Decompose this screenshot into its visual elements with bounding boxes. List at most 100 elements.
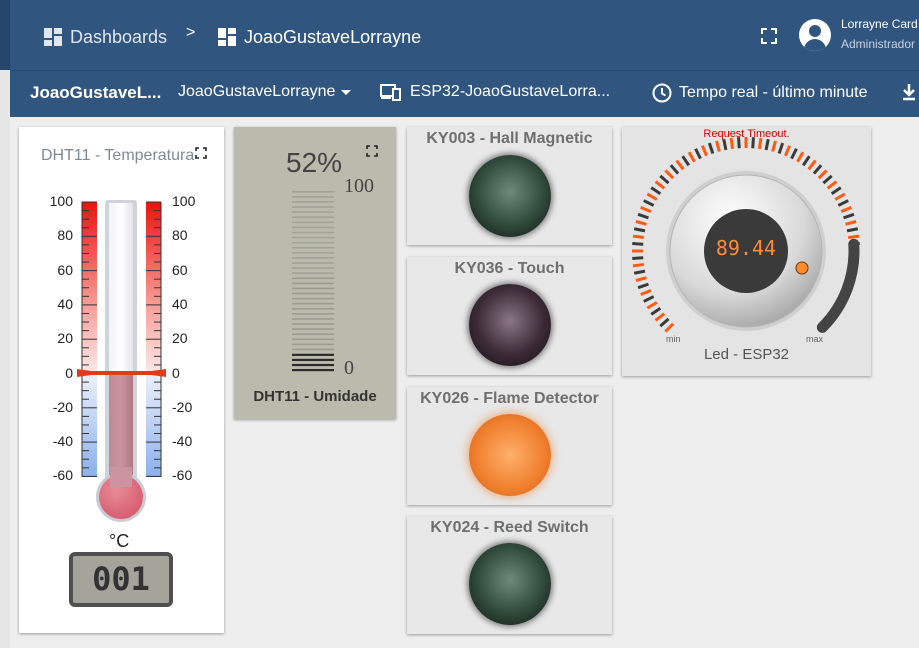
led-indicator: [469, 414, 551, 496]
humidity-bar-segment: [292, 292, 334, 295]
download-icon[interactable]: [902, 83, 916, 101]
temperature-scale-label: 40: [57, 295, 73, 312]
humidity-bar-segment: [292, 282, 334, 285]
temperature-scale-label: 100: [172, 193, 196, 209]
temperature-scale-label: -40: [172, 433, 193, 450]
humidity-bar-segment: [292, 221, 334, 224]
devices-icon: [380, 84, 401, 101]
timewindow-label: Tempo real - último minute: [679, 84, 868, 101]
humidity-label: DHT11 - Umidade: [253, 388, 377, 405]
humidity-bar-segment: [292, 313, 334, 315]
humidity-bar-segment: [292, 241, 334, 244]
humidity-bar-segment: [292, 196, 334, 198]
humidity-bar-segment: [292, 216, 334, 219]
temperature-scale-label: -60: [52, 467, 73, 484]
fullscreen-icon[interactable]: [760, 27, 778, 45]
sidebar-edge: [0, 0, 10, 70]
temperature-scale-label: -20: [172, 398, 193, 415]
dashboard-toolbar: JoaoGustaveL... JoaoGustaveLorrayne ESP3…: [0, 70, 919, 117]
temperature-scale-label: 20: [172, 330, 188, 347]
humidity-bar-segment: [292, 257, 334, 259]
humidity-bar-segment: [292, 262, 334, 264]
led-indicator: [469, 284, 551, 366]
humidity-bar-segment: [292, 369, 334, 372]
temperature-scale-label: 80: [57, 227, 73, 244]
led-widget-reed: KY024 - Reed Switch: [407, 516, 612, 634]
fullscreen-icon[interactable]: [366, 145, 378, 157]
device-label: ESP32-JoaoGustaveLorra...: [410, 83, 611, 100]
humidity-bar-segment: [292, 201, 334, 203]
temperature-scale-label: 100: [49, 193, 73, 209]
humidity-bar-segment: [292, 287, 334, 290]
led-title: KY026 - Flame Detector: [420, 390, 599, 407]
humidity-bar-segment: [292, 363, 334, 367]
temperature-scale-label: -40: [52, 433, 73, 450]
humidity-bar-segment: [292, 302, 334, 305]
humidity-bar-segment: [292, 252, 334, 254]
led-title: KY003 - Hall Magnetic: [426, 130, 593, 147]
entity-alias-label: JoaoGustaveLorrayne: [178, 83, 336, 100]
humidity-bar-segment: [292, 191, 334, 193]
knob-max-label: max: [806, 334, 824, 344]
dropdown-caret-icon: [341, 89, 352, 95]
dashboard-icon: [44, 28, 62, 46]
temperature-scale-label: 0: [65, 364, 73, 381]
temperature-scale-label: 60: [57, 261, 73, 278]
humidity-bar-segment: [292, 236, 334, 239]
led-widget-hall: KY003 - Hall Magnetic: [407, 127, 612, 245]
humidity-bar-segment: [292, 358, 334, 362]
led-indicator: [469, 543, 551, 625]
led-title: KY036 - Touch: [454, 260, 565, 277]
dashboard-icon: [218, 28, 236, 46]
temperature-scale-label: -60: [172, 467, 193, 484]
temperature-lcd-display: 001: [69, 552, 173, 607]
user-role: Administrador: [841, 37, 916, 51]
humidity-bar-segment: [292, 206, 334, 208]
dashboard-title: JoaoGustaveL...: [30, 83, 162, 102]
left-scroll-strip: [0, 70, 10, 648]
clock-icon: [652, 83, 672, 103]
humidity-bar-segment: [292, 333, 334, 335]
temperature-lcd-value: 001: [92, 560, 150, 598]
breadcrumb-current-label: JoaoGustaveLorrayne: [244, 26, 422, 47]
knob-min-label: min: [666, 334, 681, 344]
humidity-value: 52%: [286, 147, 343, 178]
user-avatar[interactable]: [799, 19, 831, 51]
knob-value: 89.44: [715, 236, 777, 260]
top-header: Dashboards > JoaoGustaveLorrayne Lorrayn…: [0, 0, 919, 70]
breadcrumb-dashboards-label: Dashboards: [70, 26, 168, 47]
humidity-bar-gauge: [292, 191, 334, 372]
humidity-bar-segment: [292, 246, 334, 249]
humidity-bar-segment: [292, 307, 334, 310]
humidity-bar-segment: [292, 211, 334, 213]
breadcrumb-dashboards[interactable]: Dashboards: [44, 24, 167, 50]
humidity-bar-segment: [292, 343, 334, 346]
humidity-bar-segment: [292, 231, 334, 234]
temperature-unit: °C: [109, 531, 130, 551]
user-name[interactable]: Lorrayne Card: [841, 17, 918, 31]
temperature-scale-label: -20: [52, 398, 73, 415]
timewindow-button[interactable]: Tempo real - último minute: [652, 83, 868, 103]
humidity-scale-min: 0: [344, 357, 354, 379]
humidity-bar-segment: [292, 338, 334, 341]
entity-alias-select[interactable]: JoaoGustaveLorrayne: [178, 83, 352, 101]
temperature-scale-label: 80: [172, 227, 188, 244]
led-widget-flame: KY026 - Flame Detector: [407, 387, 612, 505]
humidity-bar-segment: [292, 277, 334, 280]
led-widget-touch: KY036 - Touch: [407, 257, 612, 375]
humidity-bar-segment: [292, 323, 334, 325]
humidity-bar-segment: [292, 297, 334, 300]
temperature-scale-label: 0: [172, 364, 180, 381]
breadcrumb-separator: >: [186, 24, 196, 41]
temperature-scale-label: 40: [172, 295, 188, 312]
humidity-scale-max: 100: [344, 175, 374, 197]
humidity-widget: 52% 100 0 DHT11 - Umidade: [234, 127, 396, 419]
temperature-scale-label: 20: [57, 330, 73, 347]
temperature-scale-label: 60: [172, 261, 188, 278]
humidity-bar-segment: [292, 348, 334, 351]
humidity-bar-segment: [292, 267, 334, 269]
breadcrumb-current: JoaoGustaveLorrayne: [218, 24, 421, 50]
device-select[interactable]: ESP32-JoaoGustaveLorra...: [380, 83, 610, 101]
humidity-bar-segment: [292, 318, 334, 320]
led-indicator: [469, 155, 551, 237]
